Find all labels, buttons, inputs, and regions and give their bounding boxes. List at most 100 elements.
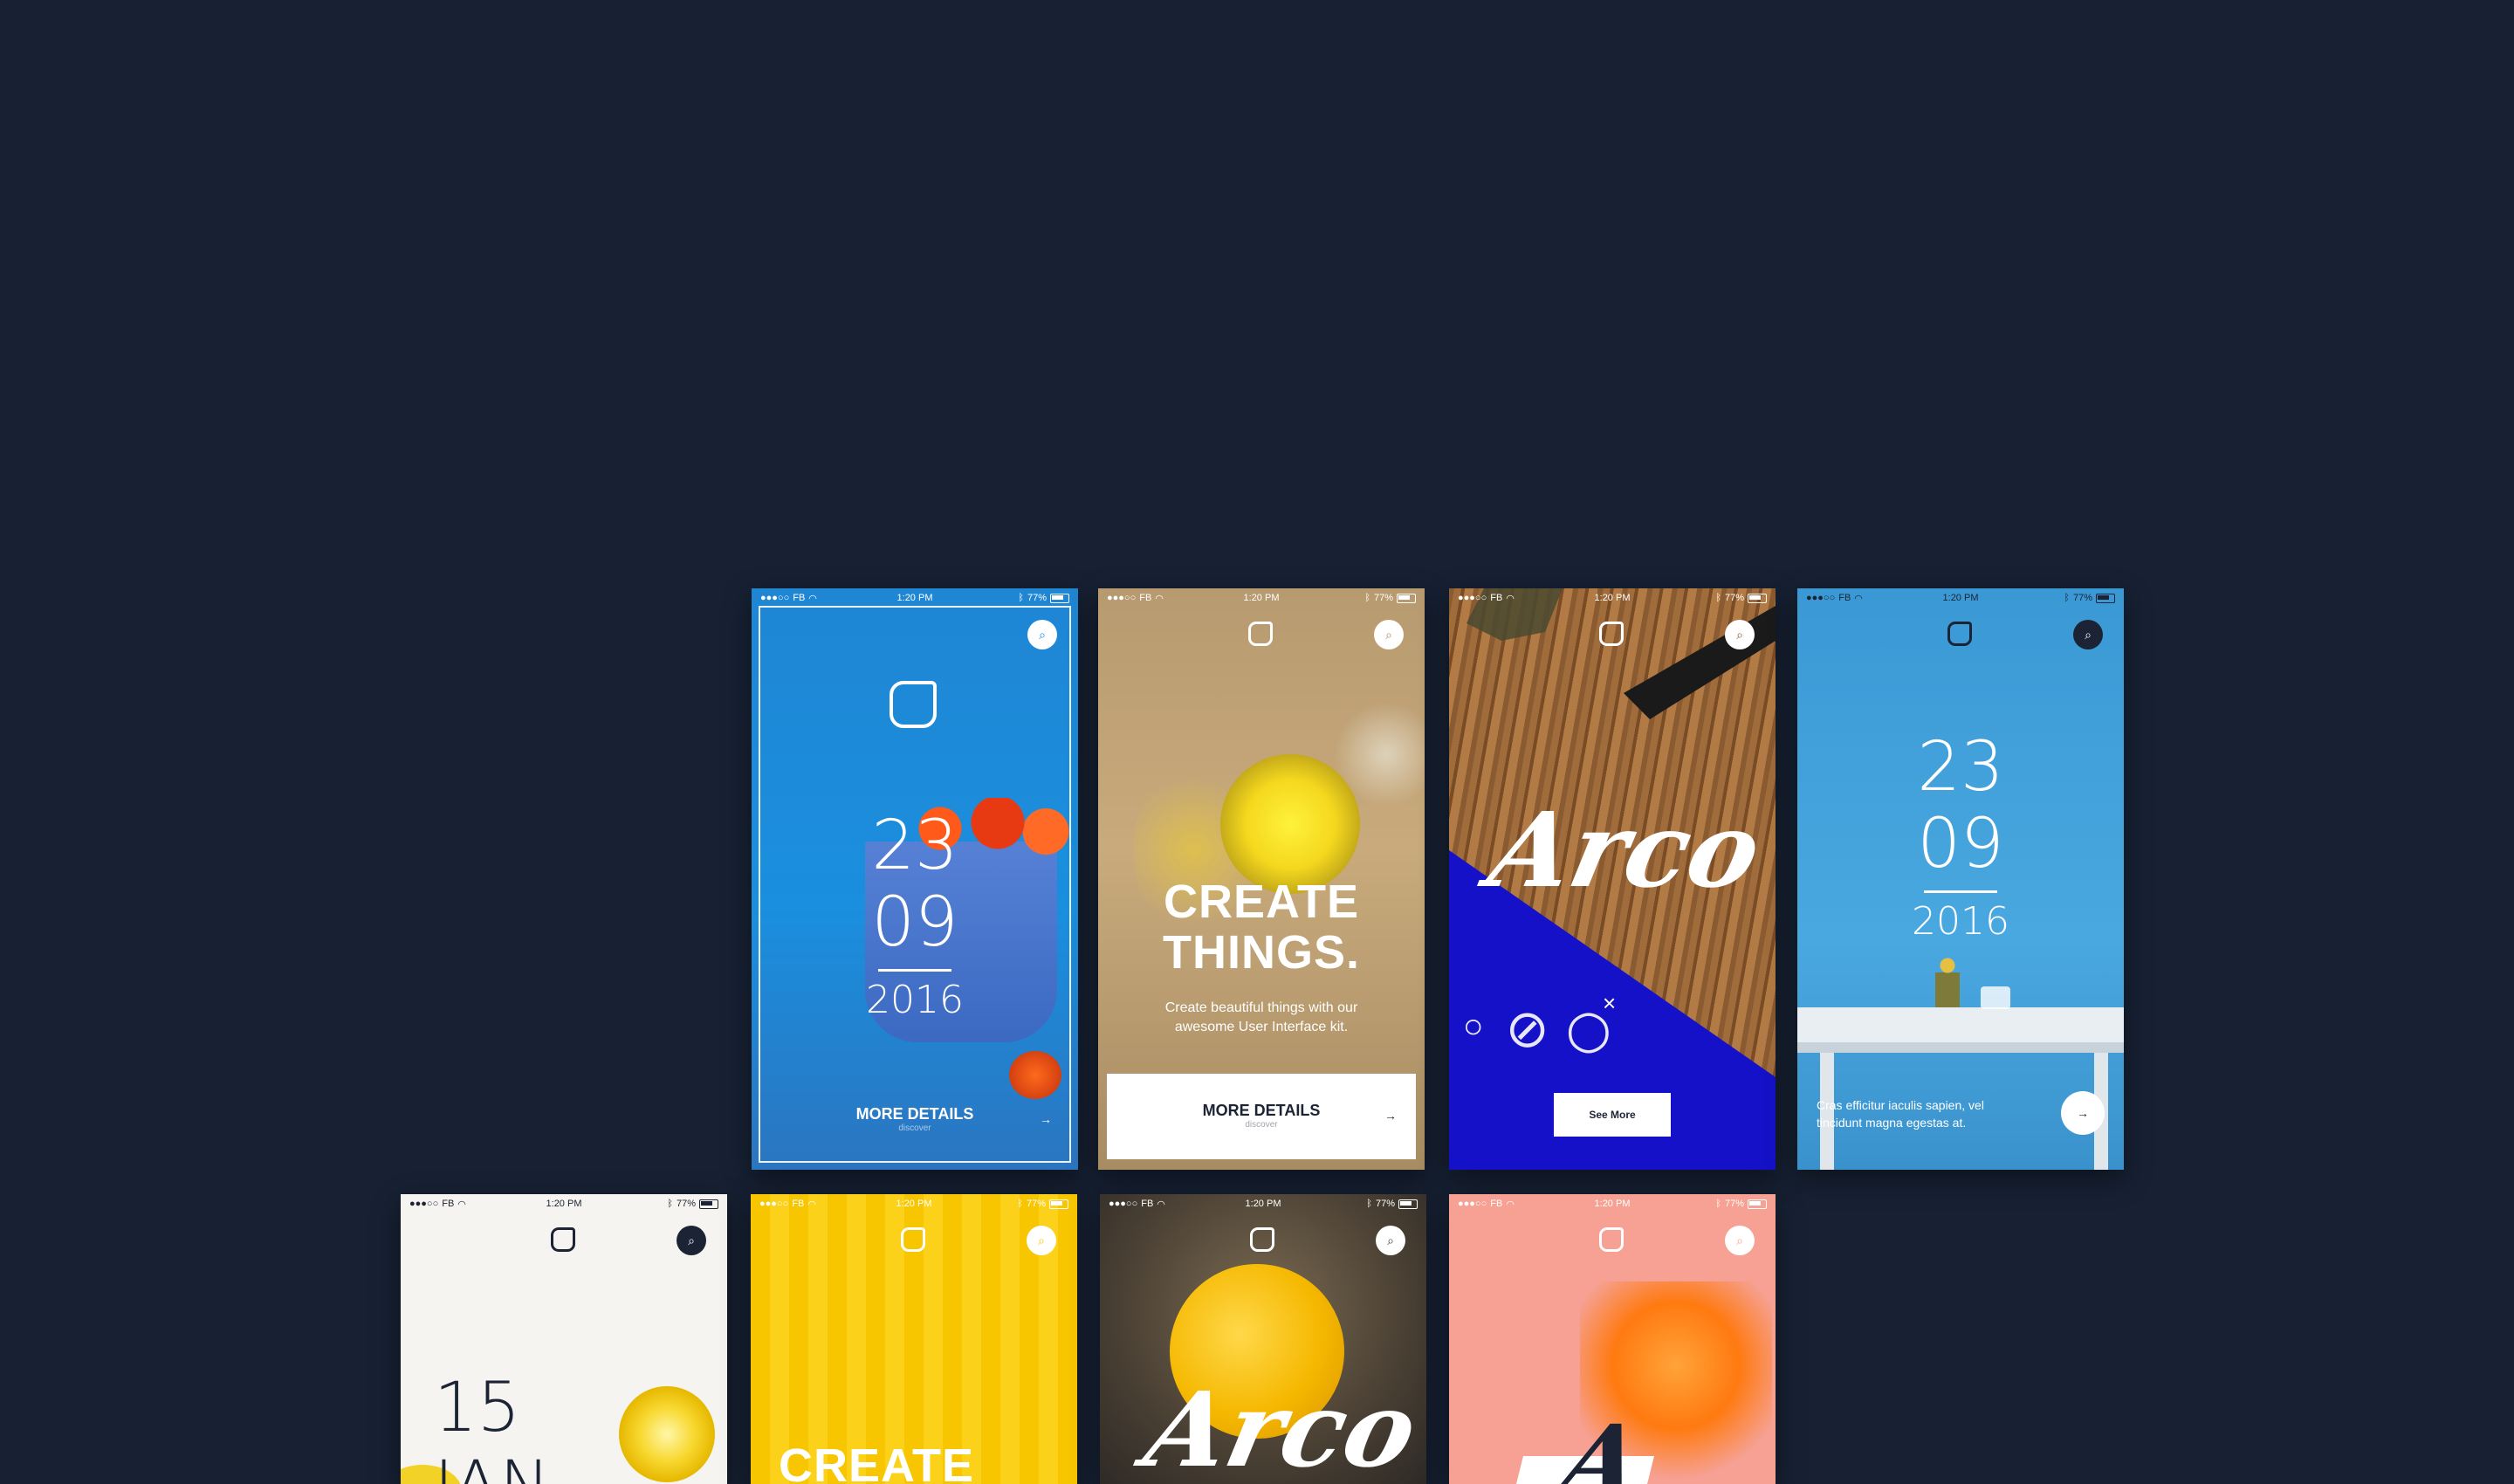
battery-icon	[1398, 1199, 1418, 1209]
status-bar: ●●●○○ FB ◠ 1:20 PM ᛒ 77%	[1449, 1194, 1776, 1213]
status-bar: ●●●○○ FB ◠ 1:20 PM ᛒ 77%	[1797, 588, 2124, 608]
signal-icon: ●●●○○	[1458, 593, 1487, 603]
arrow-right-icon: →	[2077, 1106, 2089, 1120]
signal-icon: ●●●○○	[1107, 593, 1137, 603]
carrier: FB	[792, 1199, 805, 1209]
screen-icecream-arco: ●●●○○ FB ◠ 1:20 PM ᛒ 77% ⌕ Arco	[1100, 1194, 1426, 1484]
more-details-button[interactable]: MORE DETAILS discover →	[769, 1100, 1061, 1144]
carrier: FB	[1141, 1199, 1154, 1209]
app-logo-icon	[1248, 622, 1273, 646]
search-icon: ⌕	[1387, 1233, 1394, 1247]
search-button[interactable]: ⌕	[1376, 1226, 1405, 1255]
carrier: FB	[1490, 593, 1503, 603]
status-bar: ●●●○○ FB ◠ 1:20 PM ᛒ 77%	[1098, 588, 1425, 608]
search-icon: ⌕	[2085, 627, 2092, 642]
screen-date-blue: ●●●○○ FB ◠ 1:20 PM ᛒ 77% ⌕ 23 09 2016 MORE …	[752, 588, 1078, 1170]
search-button[interactable]: ⌕	[1027, 1226, 1056, 1255]
carrier: FB	[793, 593, 806, 603]
battery-percent: 77%	[676, 1199, 696, 1209]
status-bar: ●●●○○ FB ◠ 1:20 PM ᛒ 77%	[1449, 588, 1776, 608]
signal-icon: ●●●○○	[1109, 1199, 1138, 1209]
battery-icon	[1748, 1199, 1767, 1209]
carrier: FB	[1139, 593, 1152, 603]
bluetooth-icon: ᛒ	[2064, 593, 2070, 603]
battery-icon	[1050, 593, 1069, 603]
wifi-icon: ◠	[1157, 1199, 1165, 1210]
wifi-icon: ◠	[457, 1199, 466, 1210]
search-icon: ⌕	[688, 1233, 695, 1247]
screen-date-table: ●●●○○ FB ◠ 1:20 PM ᛒ 77% ⌕ 23 09 2016 Cras …	[1797, 588, 2124, 1170]
arco-title: A	[1552, 1404, 1652, 1484]
app-logo-icon	[1947, 622, 1972, 646]
screen-yellow-create: ●●●○○ FB ◠ 1:20 PM ᛒ 77% ⌕ CREATE	[751, 1194, 1077, 1484]
app-logo-icon	[901, 1227, 925, 1252]
wifi-icon: ◠	[808, 593, 817, 604]
battery-icon	[1049, 1199, 1068, 1209]
date-day: 23	[1917, 728, 2004, 807]
battery-percent: 77%	[1027, 593, 1047, 603]
cta-label: MORE DETAILS	[855, 1105, 974, 1123]
battery-percent: 77%	[1373, 593, 1393, 603]
battery-percent: 77%	[1724, 1199, 1744, 1209]
see-more-button[interactable]: See More	[1554, 1093, 1671, 1137]
status-bar: ●●●○○ FB ◠ 1:20 PM ᛒ 77%	[1100, 1194, 1426, 1213]
arco-title: Arco	[1480, 789, 1772, 910]
date-month: JAN	[434, 1447, 550, 1484]
bluetooth-icon: ᛒ	[1364, 593, 1370, 603]
search-button[interactable]: ⌕	[1374, 620, 1404, 649]
search-button[interactable]: ⌕	[2073, 620, 2103, 649]
carrier: FB	[1490, 1199, 1503, 1209]
signal-icon: ●●●○○	[760, 593, 790, 603]
app-logo-icon	[890, 681, 937, 728]
wifi-icon: ◠	[1854, 593, 1863, 604]
next-button[interactable]: →	[2061, 1091, 2105, 1135]
arrow-right-icon: →	[1040, 1112, 1052, 1126]
app-logo-icon	[551, 1227, 575, 1252]
cta-sub: discover	[1245, 1120, 1278, 1130]
battery-percent: 77%	[1375, 1199, 1395, 1209]
wifi-icon: ◠	[1155, 593, 1164, 604]
date-year: 2016	[1912, 899, 2009, 944]
battery-percent: 77%	[1724, 593, 1744, 603]
status-bar: ●●●○○ FB ◠ 1:20 PM ᛒ 77%	[752, 588, 1078, 608]
battery-percent: 77%	[2072, 593, 2092, 603]
battery-percent: 77%	[1026, 1199, 1046, 1209]
screen-create-things: ●●●○○ FB ◠ 1:20 PM ᛒ 77% ⌕ CREATE THINGS. C…	[1098, 588, 1425, 1170]
date-month: 09	[1917, 805, 2004, 883]
wifi-icon: ◠	[1506, 1199, 1515, 1210]
search-icon: ⌕	[1039, 627, 1046, 642]
status-bar: ●●●○○ FB ◠ 1:20 PM ᛒ 77%	[401, 1194, 727, 1213]
signal-icon: ●●●○○	[1806, 593, 1836, 603]
status-bar: ●●●○○ FB ◠ 1:20 PM ᛒ 77%	[751, 1194, 1077, 1213]
app-logo-icon	[1599, 1227, 1624, 1252]
date-month: 09	[871, 883, 958, 962]
screen-lemon-date: ●●●○○FB◠ 1:20 PM ᛒ77% ⌕ 15 JAN	[401, 1194, 727, 1484]
date-year: 2016	[866, 978, 964, 1022]
bluetooth-icon: ᛒ	[667, 1199, 673, 1209]
bluetooth-icon: ᛒ	[1018, 593, 1024, 603]
date-divider	[1924, 890, 1997, 893]
date-day: 23	[871, 807, 958, 885]
search-icon: ⌕	[1385, 627, 1392, 642]
app-logo-icon	[1599, 622, 1624, 646]
decorative-symbols: ◦ ⊘ ○	[1458, 999, 1612, 1060]
search-button[interactable]: ⌕	[1725, 620, 1755, 649]
search-icon: ⌕	[1736, 1233, 1743, 1247]
headline-line-1: CREATE	[1163, 876, 1359, 928]
search-button[interactable]: ⌕	[677, 1226, 706, 1255]
date-day: 15	[434, 1369, 521, 1447]
search-button[interactable]: ⌕	[1027, 620, 1057, 649]
battery-icon	[1397, 593, 1416, 603]
signal-icon: ●●●○○	[1458, 1199, 1487, 1209]
search-icon: ⌕	[1038, 1233, 1045, 1247]
app-logo-icon	[1250, 1227, 1274, 1252]
cta-label: MORE DETAILS	[1202, 1102, 1321, 1119]
more-details-button[interactable]: MORE DETAILS discover →	[1107, 1074, 1416, 1159]
headline: CREATE	[779, 1439, 975, 1484]
signal-icon: ●●●○○	[759, 1199, 789, 1209]
screen-arco-wood: ●●●○○ FB ◠ 1:20 PM ᛒ 77% ⌕ Arco × ◦ ⊘ ○ See…	[1449, 588, 1776, 1170]
search-button[interactable]: ⌕	[1725, 1226, 1755, 1255]
bluetooth-icon: ᛒ	[1715, 1199, 1721, 1209]
caption-text: Cras efficitur iaculis sapien, vel tinci…	[1817, 1098, 1984, 1130]
battery-icon	[2096, 593, 2115, 603]
